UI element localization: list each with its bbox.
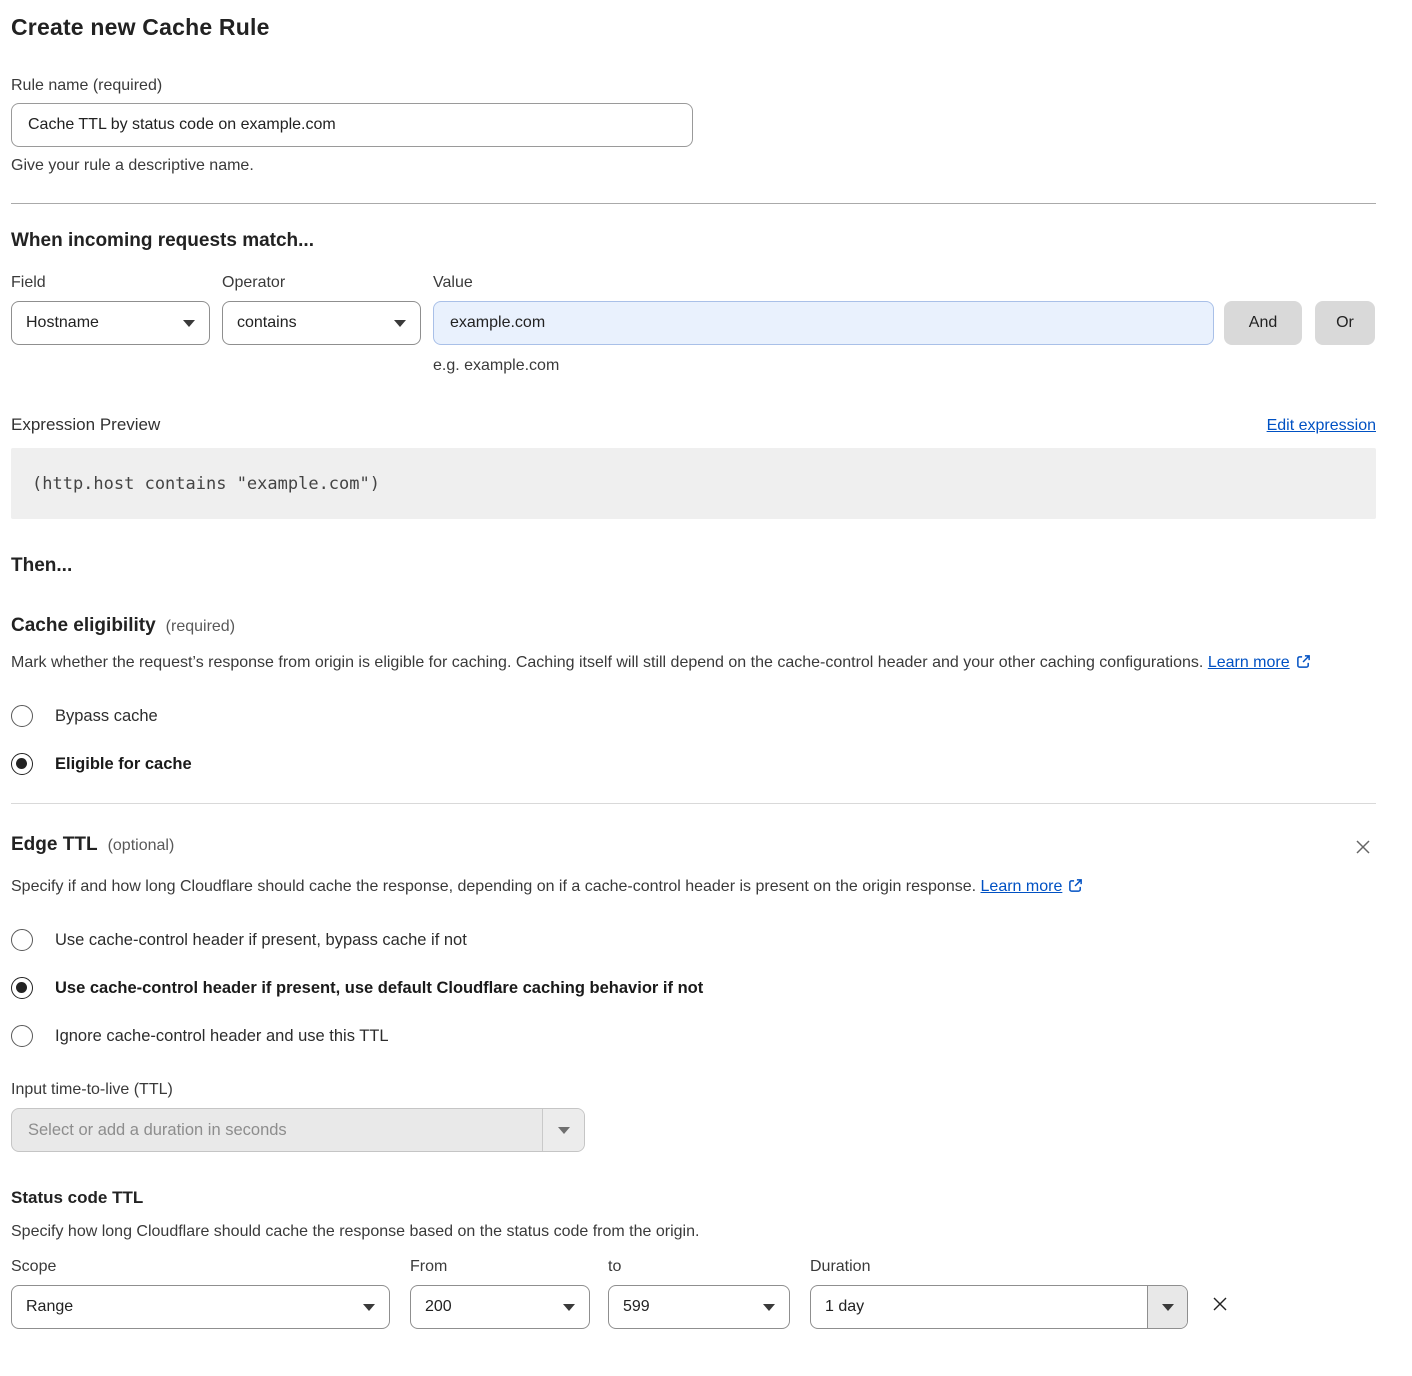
section-divider: [11, 803, 1376, 804]
radio-label: Use cache-control header if present, byp…: [55, 931, 467, 950]
duration-label: Duration: [810, 1258, 1188, 1276]
from-select[interactable]: 200: [410, 1285, 590, 1329]
to-select-value: 599: [623, 1298, 763, 1316]
from-select-value: 200: [425, 1298, 563, 1316]
duration-dropdown-button[interactable]: [1147, 1286, 1187, 1328]
value-input[interactable]: [433, 301, 1214, 345]
to-select[interactable]: 599: [608, 1285, 790, 1329]
status-code-ttl-heading: Status code TTL: [11, 1188, 1376, 1208]
edit-expression-link[interactable]: Edit expression: [1267, 417, 1376, 435]
value-label: Value: [433, 274, 1214, 292]
chevron-down-icon: [363, 1304, 375, 1311]
rule-name-input[interactable]: [11, 103, 693, 147]
cache-eligibility-learn-more-link[interactable]: Learn more: [1208, 654, 1290, 671]
scope-select[interactable]: Range: [11, 1285, 390, 1329]
radio-circle-icon[interactable]: [11, 977, 33, 999]
or-button[interactable]: Or: [1315, 301, 1375, 345]
section-divider: [11, 203, 1376, 204]
expression-code: (http.host contains "example.com"): [32, 474, 380, 494]
chevron-down-icon: [763, 1304, 775, 1311]
external-link-icon: [1068, 875, 1083, 903]
radio-eligible-for-cache[interactable]: Eligible for cache: [11, 753, 1376, 775]
status-row-delete-icon[interactable]: [1210, 1294, 1230, 1319]
rule-name-help: Give your rule a descriptive name.: [11, 157, 1376, 175]
expression-code-block: (http.host contains "example.com"): [11, 448, 1376, 519]
radio-label: Eligible for cache: [55, 755, 192, 774]
field-select-value: Hostname: [26, 314, 183, 332]
cache-eligibility-heading: Cache eligibility: [11, 615, 156, 637]
expression-preview-label: Expression Preview: [11, 415, 160, 435]
operator-select[interactable]: contains: [222, 301, 421, 345]
to-label: to: [608, 1258, 790, 1276]
rule-name-label: Rule name (required): [11, 77, 1376, 95]
ttl-input-label: Input time-to-live (TTL): [11, 1081, 1376, 1099]
match-heading: When incoming requests match...: [11, 230, 1376, 252]
radio-use-cc-default[interactable]: Use cache-control header if present, use…: [11, 977, 1376, 999]
match-row: Field Hostname Operator contains Value e…: [11, 274, 1376, 375]
chevron-down-icon: [183, 320, 195, 327]
value-hint: e.g. example.com: [433, 357, 1214, 375]
radio-use-cc-bypass[interactable]: Use cache-control header if present, byp…: [11, 929, 1376, 951]
radio-circle-icon[interactable]: [11, 705, 33, 727]
cache-eligibility-description: Mark whether the request’s response from…: [11, 649, 1351, 679]
field-select[interactable]: Hostname: [11, 301, 210, 345]
operator-label: Operator: [222, 274, 421, 292]
edge-ttl-close-icon[interactable]: [1350, 834, 1376, 865]
duration-select[interactable]: 1 day: [810, 1285, 1188, 1329]
edge-ttl-heading: Edge TTL: [11, 834, 98, 856]
radio-bypass-cache[interactable]: Bypass cache: [11, 705, 1376, 727]
status-code-ttl-row: Scope Range From 200 to 599 Duration 1 d…: [11, 1258, 1376, 1329]
cache-eligibility-required-tag: (required): [166, 618, 235, 636]
field-label: Field: [11, 274, 210, 292]
operator-select-value: contains: [237, 314, 394, 332]
edge-ttl-optional-tag: (optional): [108, 837, 175, 855]
ttl-duration-select[interactable]: Select or add a duration in seconds: [11, 1108, 585, 1152]
then-heading: Then...: [11, 555, 1376, 577]
chevron-down-icon: [558, 1127, 570, 1134]
from-label: From: [410, 1258, 590, 1276]
radio-circle-icon[interactable]: [11, 1025, 33, 1047]
radio-circle-icon[interactable]: [11, 929, 33, 951]
status-code-ttl-description: Specify how long Cloudflare should cache…: [11, 1218, 1351, 1246]
radio-label: Bypass cache: [55, 707, 158, 726]
scope-select-value: Range: [26, 1298, 363, 1316]
page-title: Create new Cache Rule: [11, 14, 1376, 41]
radio-label: Use cache-control header if present, use…: [55, 979, 703, 998]
radio-label: Ignore cache-control header and use this…: [55, 1027, 389, 1046]
edge-ttl-learn-more-link[interactable]: Learn more: [981, 878, 1063, 895]
external-link-icon: [1296, 651, 1311, 679]
scope-label: Scope: [11, 1258, 390, 1276]
edge-ttl-description: Specify if and how long Cloudflare shoul…: [11, 873, 1111, 903]
chevron-down-icon: [394, 320, 406, 327]
and-button[interactable]: And: [1224, 301, 1302, 345]
radio-ignore-cc[interactable]: Ignore cache-control header and use this…: [11, 1025, 1376, 1047]
ttl-duration-placeholder: Select or add a duration in seconds: [12, 1121, 542, 1140]
duration-select-value: 1 day: [811, 1286, 1147, 1328]
chevron-down-icon: [563, 1304, 575, 1311]
create-cache-rule-page: Create new Cache Rule Rule name (require…: [0, 0, 1412, 1329]
chevron-down-icon: [1162, 1304, 1174, 1311]
radio-circle-icon[interactable]: [11, 753, 33, 775]
ttl-duration-dropdown-button[interactable]: [542, 1109, 584, 1151]
